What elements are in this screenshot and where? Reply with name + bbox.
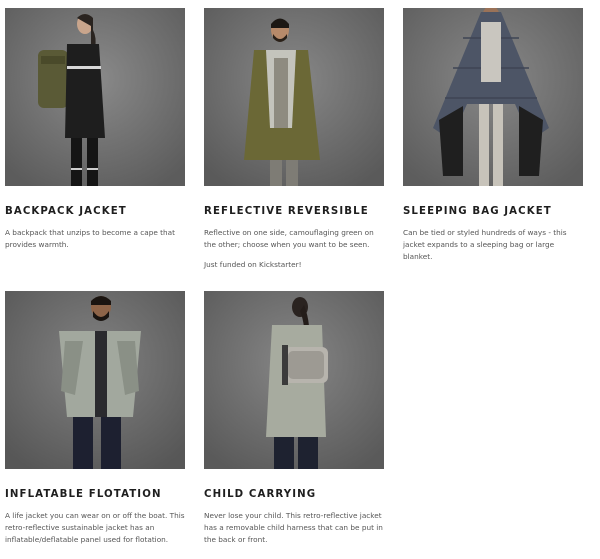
product-card-child-carrying: CHILD CARRYING Never lose your child. Th… [204,291,384,546]
model-in-sleeping-bag-jacket-icon [403,8,583,186]
product-title: SLEEPING BAG JACKET [403,206,552,217]
product-description: Never lose your child. This retro-reflec… [204,511,383,544]
product-title: BACKPACK JACKET [5,206,127,217]
product-card-sleeping-bag-jacket: SLEEPING BAG JACKET Can be tied or style… [403,8,583,263]
product-card-backpack-jacket: BACKPACK JACKET A backpack that unzips t… [5,8,185,251]
product-card-inflatable-flotation: INFLATABLE FLOTATION A life jacket you c… [5,291,185,546]
product-title: REFLECTIVE REVERSIBLE [204,206,369,217]
product-description: Reflective on one side, camouflaging gre… [204,228,374,249]
product-grid: BACKPACK JACKET A backpack that unzips t… [0,0,600,559]
product-photo-backpack-jacket[interactable] [5,8,185,186]
model-in-reversible-jacket-icon [204,8,384,186]
product-description: A life jacket you can wear on or off the… [5,511,185,544]
model-with-backpack-jacket-icon [5,8,185,186]
model-with-child-harness-icon [204,291,384,469]
product-photo-reflective-reversible[interactable] [204,8,384,186]
product-title: INFLATABLE FLOTATION [5,489,162,500]
product-description: Can be tied or styled hundreds of ways -… [403,228,567,261]
product-photo-child-carrying[interactable] [204,291,384,469]
product-photo-inflatable-flotation[interactable] [5,291,185,469]
product-description: A backpack that unzips to become a cape … [5,228,176,249]
product-title: CHILD CARRYING [204,489,317,500]
product-card-reflective-reversible: REFLECTIVE REVERSIBLE Reflective on one … [204,8,384,271]
product-photo-sleeping-bag-jacket[interactable] [403,8,583,186]
product-note: Just funded on Kickstarter! [204,260,302,269]
model-in-inflatable-jacket-icon [5,291,185,469]
